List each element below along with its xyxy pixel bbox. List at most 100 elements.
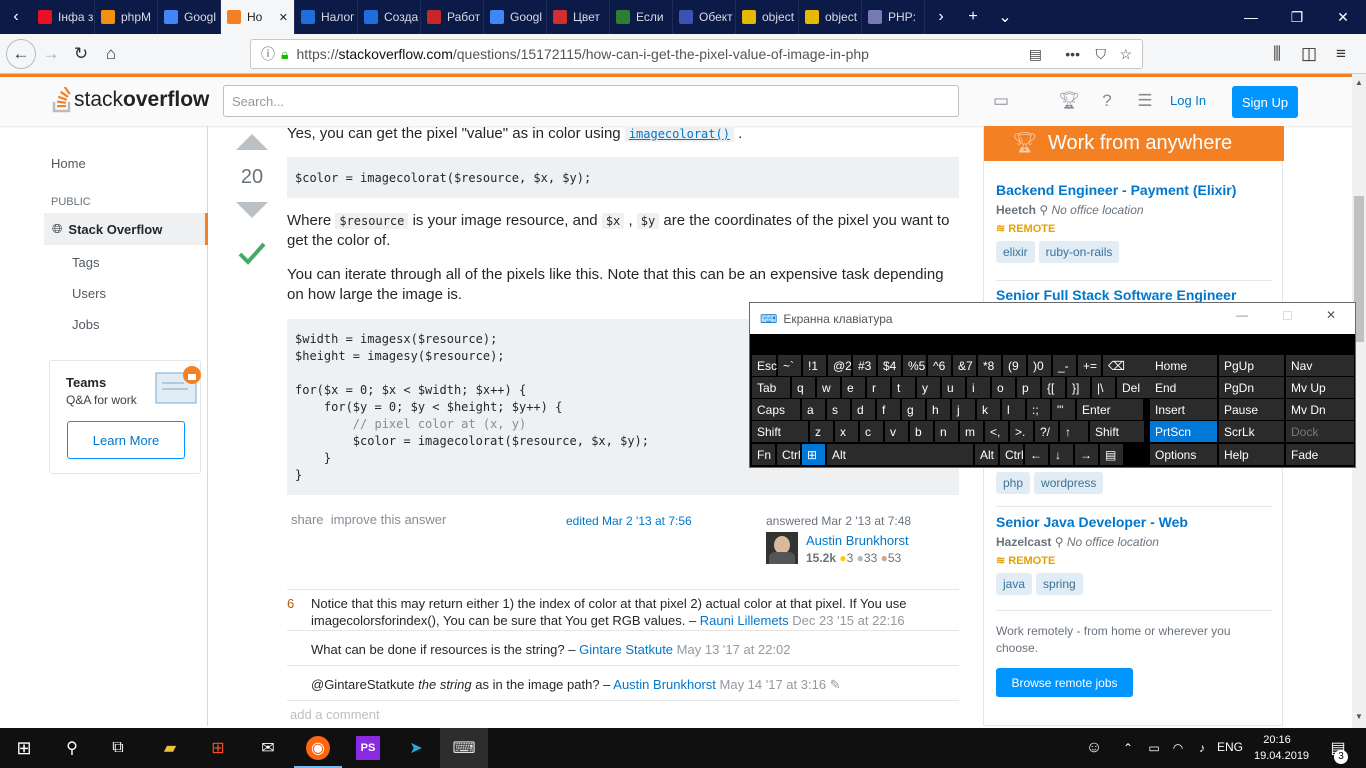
page-actions-icon[interactable]: ••• bbox=[1065, 46, 1080, 62]
inbox-icon[interactable]: ▭ bbox=[990, 91, 1012, 111]
show-hidden-icons[interactable]: ⌃ bbox=[1116, 736, 1140, 760]
close-window-icon[interactable]: ✕ bbox=[1320, 0, 1366, 34]
osk-key[interactable]: o bbox=[992, 377, 1015, 398]
achievements-icon[interactable]: 🏆︎ bbox=[1058, 91, 1080, 111]
add-comment-link[interactable]: add a comment bbox=[290, 707, 380, 722]
osk-key[interactable]: t bbox=[892, 377, 915, 398]
browser-tab[interactable]: PHP: bbox=[862, 0, 925, 34]
browser-tab[interactable]: Цвет bbox=[547, 0, 610, 34]
osk-nav-key[interactable]: ScrLk bbox=[1219, 421, 1284, 442]
downvote-icon[interactable] bbox=[236, 202, 268, 220]
osk-key[interactable]: r bbox=[867, 377, 890, 398]
comment-user-link[interactable]: Austin Brunkhorst bbox=[613, 677, 716, 692]
osk-nav-key[interactable]: PgDn bbox=[1219, 377, 1284, 398]
osk-key[interactable]: %5 bbox=[903, 355, 926, 376]
osk-key[interactable]: b bbox=[910, 421, 933, 442]
job-tag[interactable]: wordpress bbox=[1034, 472, 1104, 494]
osk-key[interactable]: ↓ bbox=[1050, 444, 1073, 465]
search-input[interactable]: Search... bbox=[223, 85, 959, 117]
phpstorm-icon[interactable]: PS bbox=[356, 736, 380, 760]
osk-key[interactable]: $4 bbox=[878, 355, 901, 376]
job-tag[interactable]: java bbox=[996, 573, 1033, 595]
people-icon[interactable]: ☺ bbox=[1082, 736, 1106, 760]
job-tag[interactable]: spring bbox=[1036, 573, 1083, 595]
site-switcher-icon[interactable]: ☰ bbox=[1134, 91, 1156, 111]
osk-key[interactable]: ⌫ bbox=[1103, 355, 1151, 376]
job-title[interactable]: Backend Engineer - Payment (Elixir) bbox=[996, 182, 1276, 198]
osk-key[interactable]: Enter bbox=[1077, 399, 1143, 420]
wifi-icon[interactable]: ◠ bbox=[1166, 736, 1190, 760]
osk-key[interactable]: ← bbox=[1025, 444, 1048, 465]
osk-key[interactable]: += bbox=[1078, 355, 1101, 376]
osk-key[interactable]: w bbox=[817, 377, 840, 398]
tab-scroll-left-icon[interactable]: ‹ bbox=[0, 8, 32, 26]
edit-pencil-icon[interactable]: ✎ bbox=[830, 677, 841, 692]
osk-key[interactable]: _- bbox=[1053, 355, 1076, 376]
nav-home[interactable]: Home bbox=[51, 156, 86, 171]
osk-key[interactable]: h bbox=[927, 399, 950, 420]
osk-key[interactable]: <, bbox=[985, 421, 1008, 442]
tab-list-dropdown-icon[interactable]: ⌄ bbox=[989, 7, 1021, 27]
nav-tags[interactable]: Tags bbox=[72, 255, 99, 270]
osk-key[interactable]: x bbox=[835, 421, 858, 442]
close-tab-icon[interactable]: ✕ bbox=[279, 11, 288, 24]
job-listing[interactable]: Senior Full Stack Software Engineer bbox=[996, 287, 1276, 303]
job-tag[interactable]: elixir bbox=[996, 241, 1035, 263]
restore-icon[interactable]: ❐ bbox=[1274, 0, 1320, 34]
browser-tab[interactable]: Но ✕ bbox=[221, 0, 295, 34]
store-icon[interactable]: ⊞ bbox=[206, 736, 230, 760]
browser-tab[interactable]: Googl bbox=[484, 0, 547, 34]
osk-key[interactable]: l bbox=[1002, 399, 1025, 420]
osk-key[interactable]: &7 bbox=[953, 355, 976, 376]
pocket-icon[interactable]: ⛉ bbox=[1096, 46, 1107, 63]
osk-key[interactable]: ▤ bbox=[1100, 444, 1123, 465]
nav-users[interactable]: Users bbox=[72, 286, 106, 301]
job-title[interactable]: Senior Java Developer - Web bbox=[996, 514, 1276, 530]
osk-key[interactable]: e bbox=[842, 377, 865, 398]
osk-key[interactable]: k bbox=[977, 399, 1000, 420]
osk-nav-key[interactable]: Mv Dn bbox=[1286, 399, 1354, 420]
scroll-up-icon[interactable]: ▲ bbox=[1355, 78, 1363, 87]
nav-stack-overflow[interactable]: 🌐︎ Stack Overflow bbox=[44, 213, 208, 245]
osk-key[interactable]: p bbox=[1017, 377, 1040, 398]
osk-key[interactable]: Ctrl bbox=[1000, 444, 1024, 465]
reader-view-icon[interactable]: ▤ bbox=[1029, 46, 1042, 63]
author-name[interactable]: Austin Brunkhorst bbox=[806, 533, 909, 548]
osk-key[interactable]: *8 bbox=[978, 355, 1001, 376]
osk-key[interactable]: Fn bbox=[752, 444, 775, 465]
job-tag[interactable]: ruby-on-rails bbox=[1038, 241, 1120, 263]
osk-key[interactable]: {[ bbox=[1042, 377, 1065, 398]
job-listing[interactable]: Senior Java Developer - Web Hazelcast ⚲ … bbox=[996, 514, 1276, 595]
osk-maximize-icon[interactable]: ☐ bbox=[1282, 309, 1293, 323]
osk-key[interactable]: ^6 bbox=[928, 355, 951, 376]
osk-key[interactable]: :; bbox=[1027, 399, 1050, 420]
minimize-icon[interactable]: — bbox=[1228, 0, 1274, 34]
edited-link[interactable]: edited Mar 2 '13 at 7:56 bbox=[566, 514, 692, 528]
scroll-down-icon[interactable]: ▼ bbox=[1355, 712, 1363, 721]
file-explorer-icon[interactable]: ▰ bbox=[158, 736, 182, 760]
osk-nav-key[interactable]: Home bbox=[1150, 355, 1217, 376]
osk-nav-key[interactable]: Insert bbox=[1150, 399, 1217, 420]
firefox-icon[interactable]: ◉ bbox=[306, 736, 330, 760]
osk-nav-key[interactable]: End bbox=[1150, 377, 1217, 398]
comment-user-link[interactable]: Rauni Lillemets bbox=[700, 613, 789, 628]
osk-nav-key[interactable]: Nav bbox=[1286, 355, 1354, 376]
osk-key[interactable]: s bbox=[827, 399, 850, 420]
osk-key[interactable]: Tab bbox=[752, 377, 790, 398]
battery-icon[interactable]: ▭ bbox=[1142, 736, 1166, 760]
osk-key[interactable]: Caps bbox=[752, 399, 800, 420]
osk-key[interactable]: Ctrl bbox=[777, 444, 801, 465]
author-avatar[interactable] bbox=[766, 532, 798, 564]
search-icon[interactable]: ⚲ bbox=[60, 736, 84, 760]
browser-tab[interactable]: Googl bbox=[158, 0, 221, 34]
browser-tab[interactable]: Налог bbox=[295, 0, 358, 34]
sidebar-icon[interactable]: ◫ bbox=[1294, 39, 1324, 69]
browser-tab[interactable]: object bbox=[736, 0, 799, 34]
osk-key[interactable]: |\ bbox=[1092, 377, 1115, 398]
osk-key[interactable]: Shift bbox=[752, 421, 808, 442]
language-indicator[interactable]: ENG bbox=[1217, 740, 1243, 754]
job-tag[interactable]: php bbox=[996, 472, 1031, 494]
osk-nav-key[interactable]: Pause bbox=[1219, 399, 1284, 420]
browser-tab[interactable]: phpM bbox=[95, 0, 158, 34]
osk-key[interactable]: z bbox=[810, 421, 833, 442]
